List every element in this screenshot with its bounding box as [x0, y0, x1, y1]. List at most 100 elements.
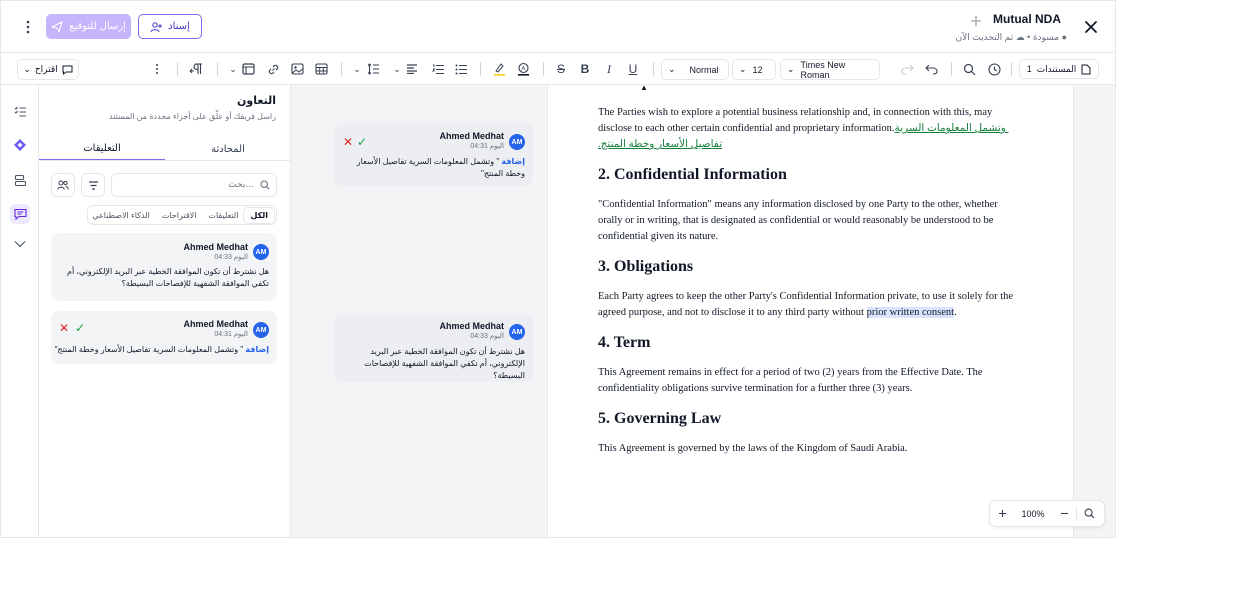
margin-suggestion-card[interactable]: AM Ahmed Medhat اليوم 04:31 ✕ ✓ إضافة " … — [334, 123, 533, 186]
image-icon[interactable] — [288, 53, 306, 85]
filter-all[interactable]: الكل — [244, 207, 274, 223]
section-heading: 3. Obligations — [598, 258, 694, 275]
align-left-icon[interactable] — [403, 53, 421, 85]
toolbar-divider — [1011, 62, 1012, 76]
section-paragraph: This Agreement remains in effect for a p… — [598, 367, 983, 394]
comment-body: هل نشترط أن تكون الموافقة الخطية عبر الب… — [364, 347, 525, 380]
font-family-value: Times New Roman — [800, 59, 846, 80]
undo-icon[interactable] — [922, 53, 940, 85]
reject-icon[interactable]: ✕ — [343, 135, 353, 149]
collapse-chevron-icon[interactable] — [10, 234, 30, 254]
more-tools-icon[interactable] — [148, 53, 166, 85]
caret-marker-icon: ▲ — [640, 83, 648, 92]
chevron-down-icon[interactable]: ⌄ — [227, 53, 239, 85]
status-dot-icon: ● — [1061, 32, 1067, 42]
comment-icon — [62, 65, 73, 75]
comment-body: هل نشترط أن تكون الموافقة الخطية عبر الب… — [66, 267, 269, 288]
filter-button[interactable] — [81, 173, 105, 197]
zoom-control: 100% — [989, 500, 1105, 527]
cloud-icon: ☁ — [1015, 32, 1025, 42]
commented-text[interactable]: prior written consent — [866, 307, 955, 318]
document-title[interactable]: Mutual NDA — [991, 12, 1061, 26]
panel-title: التعاون — [237, 95, 276, 107]
suggestion-card[interactable]: AM Ahmed Medhat اليوم 04:31 ✕ ✓ إضافة " … — [51, 311, 277, 364]
find-icon[interactable] — [960, 53, 978, 85]
user-plus-icon — [150, 21, 163, 33]
history-icon[interactable] — [985, 53, 1003, 85]
numbered-list-icon[interactable] — [429, 53, 447, 85]
tab-chat[interactable]: المحادثة — [165, 137, 291, 161]
suggestion-author: Ahmed Medhat — [439, 131, 504, 141]
zoom-search-icon[interactable] — [1077, 500, 1101, 527]
more-menu-icon[interactable] — [19, 18, 37, 36]
document-body[interactable]: The Parties wish to explore a potential … — [598, 105, 1022, 457]
toolbar-divider — [951, 62, 952, 76]
section-paragraph: "Confidential Information" means any inf… — [598, 199, 998, 242]
toolbar-divider — [341, 62, 342, 76]
comment-card[interactable]: AM Ahmed Medhat اليوم 04:33 هل نشترط أن … — [51, 233, 277, 301]
font-family-select[interactable]: ⌄ Times New Roman — [780, 59, 880, 80]
strikethrough-icon[interactable]: S — [552, 53, 570, 85]
close-icon[interactable] — [1081, 17, 1101, 37]
add-document-icon[interactable] — [967, 13, 985, 29]
accept-icon[interactable]: ✓ — [357, 135, 367, 149]
left-rail — [1, 85, 39, 537]
font-size-select[interactable]: ⌄ 12 — [732, 59, 776, 80]
panel-subtitle: راسل فريقك أو علّق على أجزاء محددة من ال… — [109, 112, 276, 121]
highlight-color-icon[interactable] — [490, 53, 508, 85]
bullet-list-icon[interactable] — [452, 53, 470, 85]
text-color-icon[interactable]: A — [514, 53, 532, 85]
font-size-value: 12 — [752, 64, 763, 75]
suggestion-time: اليوم 04:31 — [214, 331, 248, 338]
section-heading: 5. Governing Law — [598, 410, 722, 427]
page-layout-icon[interactable] — [239, 53, 257, 85]
toolbar-divider — [177, 62, 178, 76]
suggest-mode-button[interactable]: اقتراح ⌄ — [17, 59, 79, 80]
italic-icon[interactable]: I — [600, 53, 618, 85]
assign-label: إسناد — [168, 21, 190, 32]
chevron-down-icon[interactable]: ⌄ — [351, 53, 363, 85]
saved-label: تم التحديث الآن — [955, 32, 1014, 42]
filter-suggestions[interactable]: الاقتراحات — [156, 208, 203, 223]
toolbar-divider — [480, 62, 481, 76]
documents-button[interactable]: المستندات 1 — [1019, 59, 1099, 79]
obligations-end: . — [954, 307, 957, 318]
intro-paragraph: The Parties wish to explore a potential … — [598, 105, 1022, 153]
paragraph-style-select[interactable]: ⌄ Normal — [661, 59, 729, 80]
text-direction-icon[interactable] — [186, 53, 206, 85]
toolbar-divider — [653, 62, 654, 76]
link-icon[interactable] — [264, 53, 282, 85]
document-page: ▲ The Parties wish to explore a potentia… — [547, 83, 1074, 537]
document-icon — [1081, 64, 1091, 75]
redo-icon[interactable] — [898, 53, 916, 85]
filter-comments[interactable]: التعليقات — [202, 208, 244, 223]
assign-button[interactable]: إسناد — [138, 14, 202, 39]
zoom-out-icon[interactable] — [1052, 500, 1076, 527]
chevron-down-icon[interactable]: ⌄ — [391, 53, 403, 85]
search-input[interactable] — [124, 180, 254, 190]
add-label: إضافة — [245, 345, 269, 354]
comment-time: اليوم 04:33 — [214, 254, 248, 261]
comment-search — [111, 173, 277, 197]
comments-panel-icon[interactable] — [10, 204, 30, 224]
send-for-signature-button[interactable]: إرسال للتوقيع — [46, 14, 131, 39]
underline-icon[interactable]: U — [624, 53, 642, 85]
people-filter-button[interactable] — [51, 173, 75, 197]
accept-icon[interactable]: ✓ — [75, 321, 85, 335]
avatar: AM — [509, 134, 525, 150]
documents-label: المستندات — [1036, 63, 1077, 74]
bold-icon[interactable]: B — [576, 53, 594, 85]
ai-assistant-icon[interactable] — [10, 135, 30, 155]
comment-time: اليوم 04:33 — [470, 333, 504, 340]
tab-comments[interactable]: التعليقات — [39, 137, 165, 161]
table-icon[interactable] — [312, 53, 330, 85]
line-spacing-icon[interactable] — [364, 53, 382, 85]
filter-ai[interactable]: الذكاء الاصطناعي — [86, 208, 156, 223]
avatar: AM — [253, 244, 269, 260]
search-icon — [260, 180, 270, 190]
zoom-in-icon[interactable] — [990, 500, 1014, 527]
margin-comment-card[interactable]: AM Ahmed Medhat اليوم 04:33 هل نشترط أن … — [334, 313, 533, 382]
reject-icon[interactable]: ✕ — [59, 321, 69, 335]
checklist-icon[interactable] — [10, 101, 30, 121]
layers-icon[interactable] — [10, 170, 30, 190]
